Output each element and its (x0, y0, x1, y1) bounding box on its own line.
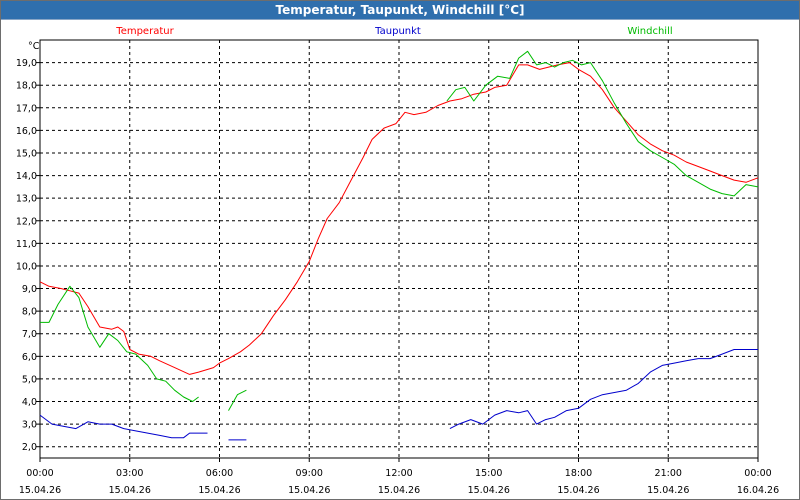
x-tick-date-label: 15.04.26 (288, 485, 330, 496)
y-tick-label: 12,0 (16, 216, 37, 227)
x-tick-time-label: 03:00 (116, 468, 143, 479)
legend-item-windchill: Windchill (627, 26, 672, 37)
x-tick-date-label: 15.04.26 (557, 485, 599, 496)
y-tick-label: 5,0 (22, 374, 37, 385)
x-tick-date-label: 15.04.26 (647, 485, 689, 496)
y-tick-label: 14,0 (16, 171, 37, 182)
y-tick-label: 11,0 (16, 239, 37, 250)
chart-plot: 2,0 3,0 4,0 5,0 6,0 7,0 8,0 9,0 10,0 11,0 12,0 13,0… (16, 26, 779, 496)
x-tick-time-label: 12:00 (385, 468, 412, 479)
y-tick-label: 4,0 (22, 397, 37, 408)
x-tick-date-label: 15.04.26 (109, 485, 151, 496)
y-axis-unit: °C (28, 41, 40, 52)
y-tick-label: 2,0 (22, 442, 37, 453)
x-tick-time-label: 06:00 (206, 468, 233, 479)
x-tick-time-label: 00:00 (744, 468, 771, 479)
x-tick-date-label: 15.04.26 (19, 485, 61, 496)
y-axis-ticks: 2,0 3,0 4,0 5,0 6,0 7,0 8,0 9,0 10,0 11,0 12,0 13,0… (16, 58, 40, 453)
y-tick-label: 15,0 (16, 148, 37, 159)
legend: Temperatur Taupunkt Windchill (115, 26, 672, 37)
legend-item-taupunkt: Taupunkt (374, 26, 421, 37)
y-tick-label: 7,0 (22, 329, 37, 340)
y-tick-label: 17,0 (16, 103, 37, 114)
y-tick-label: 3,0 (22, 420, 37, 431)
x-tick-date-label: 15.04.26 (378, 485, 420, 496)
y-tick-label: 19,0 (16, 58, 37, 69)
x-tick-time-label: 18:00 (565, 468, 592, 479)
legend-item-temperatur: Temperatur (115, 26, 174, 37)
x-tick-time-label: 09:00 (296, 468, 323, 479)
x-tick-date-label: 15.04.26 (468, 485, 510, 496)
x-axis-ticks: 00:00 15.04.26 03:00 15.04.26 06:00 15.04.26 0… (19, 458, 779, 496)
y-tick-label: 8,0 (22, 307, 37, 318)
y-tick-label: 13,0 (16, 194, 37, 205)
y-tick-label: 6,0 (22, 352, 37, 363)
x-tick-time-label: 15:00 (475, 468, 502, 479)
x-tick-date-label: 15.04.26 (198, 485, 240, 496)
x-tick-date-label: 16.04.26 (737, 485, 779, 496)
y-tick-label: 16,0 (16, 126, 37, 137)
y-tick-label: 18,0 (16, 81, 37, 92)
y-tick-label: 9,0 (22, 284, 37, 295)
x-tick-time-label: 00:00 (26, 468, 53, 479)
x-tick-time-label: 21:00 (655, 468, 682, 479)
y-tick-label: 10,0 (16, 261, 37, 272)
